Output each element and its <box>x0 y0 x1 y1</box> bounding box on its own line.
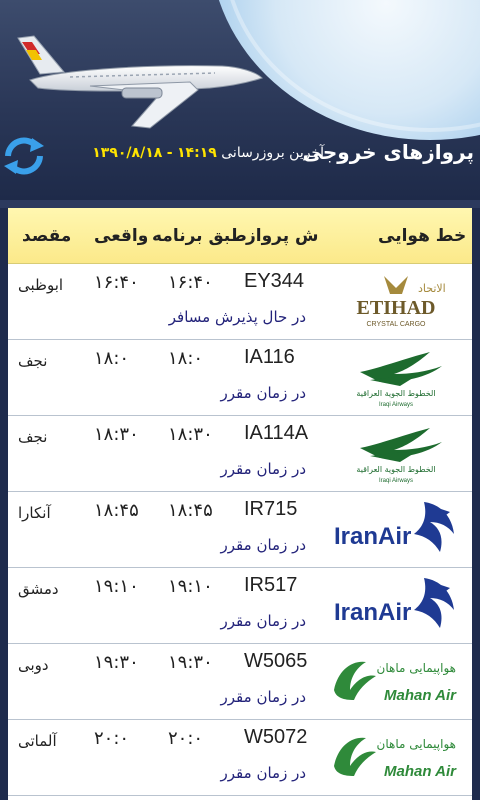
table-row[interactable]: دوبی ۱۹:۳۰ ۱۹:۳۰ W5065 در زمان مقرر هواپیمای… <box>8 644 472 720</box>
col-flight: ش پرواز <box>246 226 319 246</box>
iraqi-native: الخطوط الجوية العراقية <box>356 465 435 474</box>
iraqi-airways-logo-icon: الخطوط الجوية العراقية Iraqi Airways <box>356 352 442 408</box>
app-header: پروازهای خروجی آخرین بروزرسانی ۱۴:۱۹ - ۱… <box>0 0 480 200</box>
iraqi-wordmark: Iraqi Airways <box>379 478 413 484</box>
cell-scheduled-time: ۱۸:۳۰ <box>168 424 213 445</box>
cell-scheduled-time: ۱۸:۰ <box>168 348 204 369</box>
etihad-wordmark: ETIHAD <box>357 297 436 319</box>
header-divider <box>0 200 480 208</box>
etihad-logo-icon: الاتحاد ETIHAD CRYSTAL CARGO <box>357 276 446 328</box>
last-update-info: آخرین بروزرسانی ۱۴:۱۹ - ۱۳۹۰/۸/۱۸ <box>92 145 324 161</box>
cell-status: در زمان مقرر <box>220 764 306 782</box>
airplane-icon <box>17 35 263 129</box>
cell-destination: ابوظبی <box>18 276 64 294</box>
col-destination: مقصد <box>22 226 72 246</box>
iran-air-wordmark: IranAir <box>334 599 411 626</box>
cell-destination: دمشق <box>18 580 59 598</box>
cell-destination: نجف <box>18 428 48 446</box>
cell-status: در زمان مقرر <box>220 688 306 706</box>
mahan-air-logo-icon: هواپیمایی ماهان Mahan Air <box>334 661 457 704</box>
cell-status: در زمان مقرر <box>220 612 306 630</box>
iraqi-airways-logo-icon: الخطوط الجوية العراقية Iraqi Airways <box>356 428 442 484</box>
cell-status: در زمان مقرر <box>220 384 306 402</box>
cell-actual-time: ۱۹:۳۰ <box>94 652 139 673</box>
cell-flight-number: W5065 <box>244 650 308 672</box>
iran-air-logo-icon: IranAir <box>334 578 454 628</box>
cell-flight-number: IA116 <box>244 346 295 368</box>
iraqi-native: الخطوط الجوية العراقية <box>356 389 435 398</box>
col-scheduled: طبق برنامه <box>152 226 247 246</box>
cell-status: در زمان مقرر <box>220 536 306 554</box>
cell-actual-time: ۱۶:۴۰ <box>94 272 139 293</box>
table-row[interactable]: نجف ۱۸:۳۰ ۱۸:۳۰ IA114A در زمان مقرر الخطوط ا… <box>8 416 472 492</box>
cell-flight-number: IR517 <box>244 574 298 596</box>
col-airline: خط هوایی <box>378 226 467 246</box>
iraqi-wordmark: Iraqi Airways <box>379 402 413 408</box>
table-body: ابوظبی ۱۶:۴۰ ۱۶:۴۰ EY344 در حال پذیرش مسافر … <box>8 264 472 796</box>
iran-air-wordmark: IranAir <box>334 523 411 550</box>
mahan-wordmark: Mahan Air <box>384 687 457 704</box>
cell-scheduled-time: ۱۸:۴۵ <box>168 500 213 521</box>
etihad-native: الاتحاد <box>418 282 446 295</box>
table-row[interactable]: ابوظبی ۱۶:۴۰ ۱۶:۴۰ EY344 در حال پذیرش مسافر … <box>8 264 472 340</box>
table-row[interactable]: آلماتی ۲۰:۰ ۲۰:۰ W5072 در زمان مقرر هواپیمای… <box>8 720 472 796</box>
col-actual: واقعی <box>94 226 149 246</box>
mahan-native: هواپیمایی ماهان <box>377 661 456 676</box>
cell-actual-time: ۱۸:۳۰ <box>94 424 139 445</box>
mahan-native: هواپیمایی ماهان <box>377 737 456 752</box>
departures-table: مقصد واقعی طبق برنامه ش پرواز خط هوایی ا… <box>8 208 472 800</box>
cell-flight-number: W5072 <box>244 726 308 748</box>
cell-actual-time: ۱۸:۰ <box>94 348 130 369</box>
cell-destination: آلماتی <box>18 732 57 750</box>
table-row[interactable]: آنکارا ۱۸:۴۵ ۱۸:۴۵ IR715 در زمان مقرر IranAi… <box>8 492 472 568</box>
last-update-date: ۱۳۹۰/۸/۱۸ <box>92 145 163 161</box>
cell-destination: آنکارا <box>18 504 51 522</box>
iran-air-logo-icon: IranAir <box>334 502 454 552</box>
last-update-time: ۱۴:۱۹ <box>177 145 217 161</box>
cell-status: در زمان مقرر <box>220 460 306 478</box>
last-update-label: آخرین بروزرسانی <box>221 145 324 161</box>
table-row[interactable]: نجف ۱۸:۰ ۱۸:۰ IA116 در زمان مقرر الخطوط الجو… <box>8 340 472 416</box>
cell-flight-number: EY344 <box>244 270 305 292</box>
table-row[interactable]: دمشق ۱۹:۱۰ ۱۹:۱۰ IR517 در زمان مقرر IranAir <box>8 568 472 644</box>
cell-actual-time: ۱۹:۱۰ <box>94 576 139 597</box>
cell-scheduled-time: ۱۹:۳۰ <box>168 652 213 673</box>
etihad-sub: CRYSTAL CARGO <box>367 321 427 328</box>
refresh-icon[interactable] <box>0 134 48 178</box>
cell-flight-number: IR715 <box>244 498 298 520</box>
last-update-sep: - <box>166 145 173 161</box>
mahan-air-logo-icon: هواپیمایی ماهان Mahan Air <box>334 737 457 780</box>
cell-flight-number: IA114A <box>244 422 309 444</box>
page-title: پروازهای خروجی <box>302 140 474 164</box>
cell-destination: دوبی <box>18 656 49 674</box>
cell-destination: نجف <box>18 352 48 370</box>
cell-scheduled-time: ۲۰:۰ <box>168 728 204 749</box>
cell-actual-time: ۲۰:۰ <box>94 728 130 749</box>
cell-actual-time: ۱۸:۴۵ <box>94 500 139 521</box>
table-header: مقصد واقعی طبق برنامه ش پرواز خط هوایی <box>8 208 472 264</box>
cell-scheduled-time: ۱۶:۴۰ <box>168 272 213 293</box>
mahan-wordmark: Mahan Air <box>384 763 457 780</box>
cell-scheduled-time: ۱۹:۱۰ <box>168 576 213 597</box>
cell-status: در حال پذیرش مسافر <box>168 308 306 326</box>
